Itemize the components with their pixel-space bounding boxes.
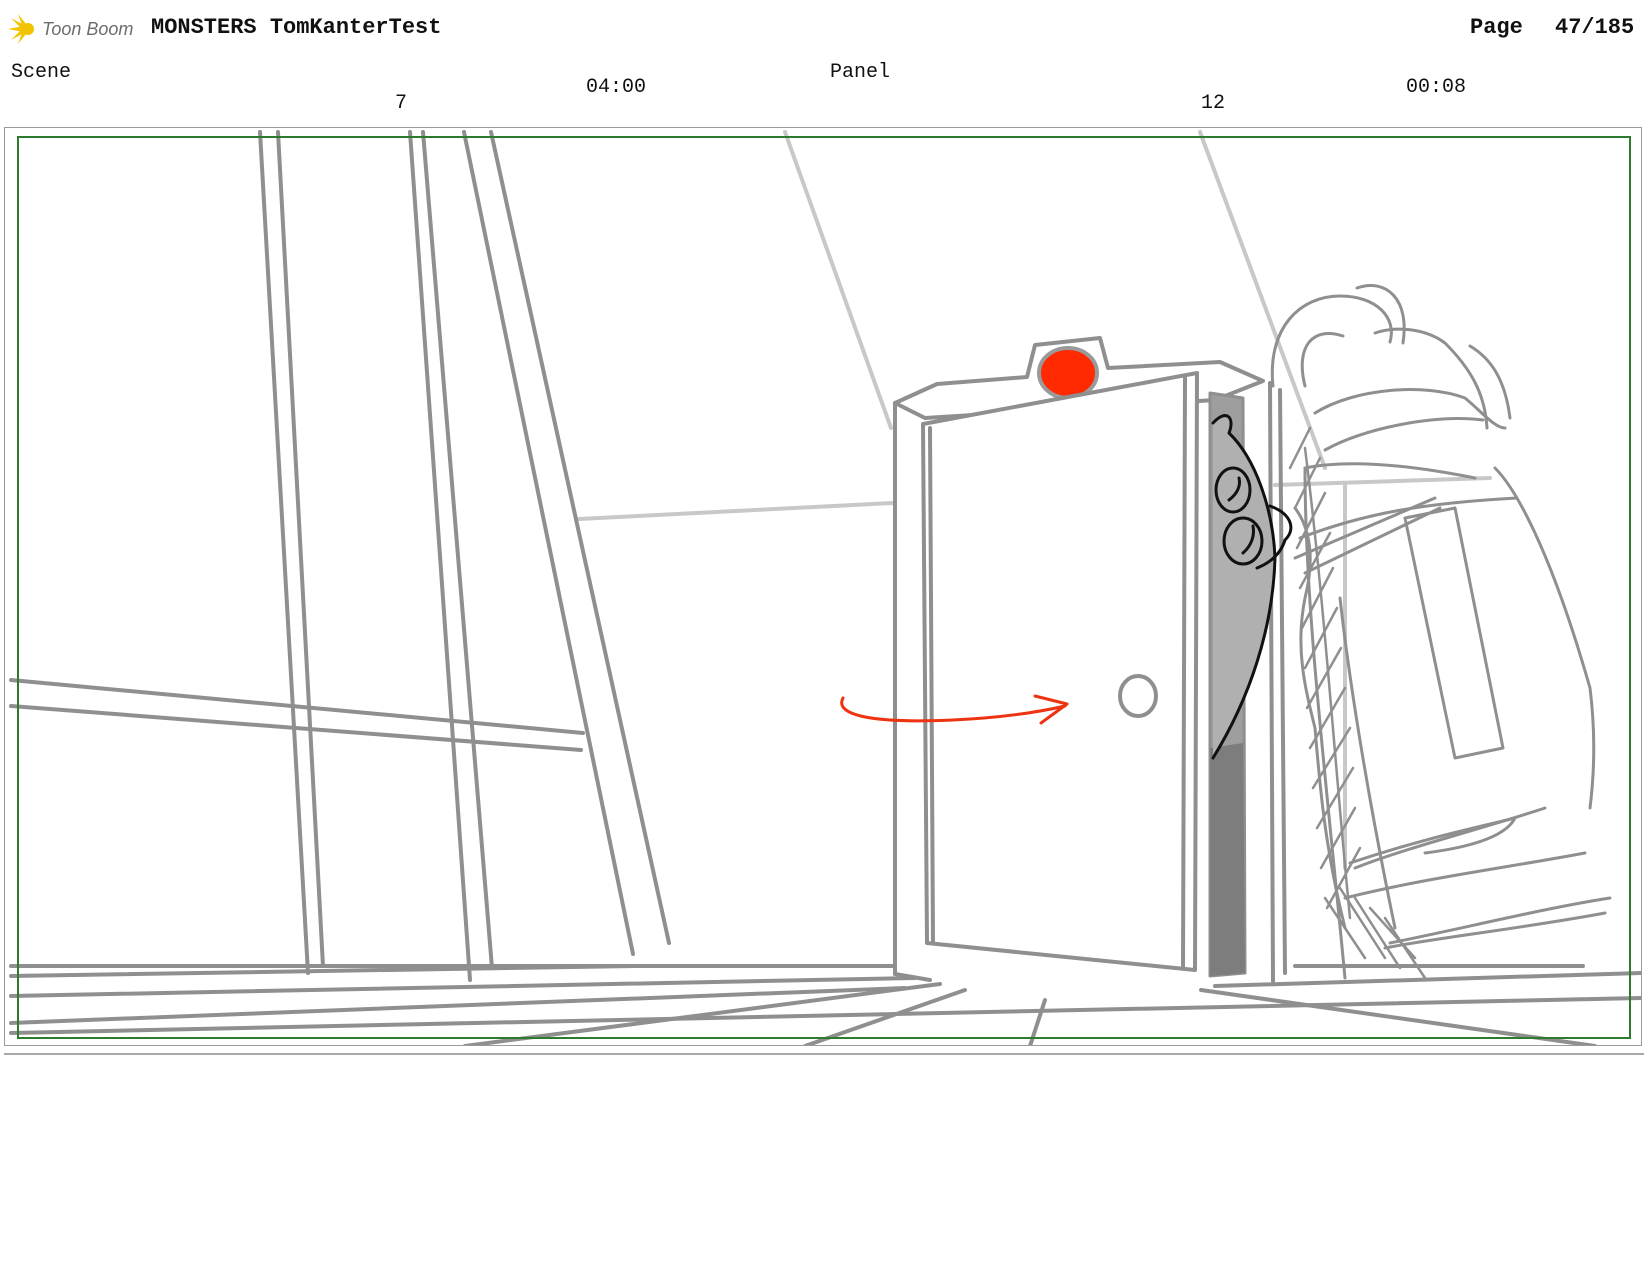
panel-duration: 00:08 bbox=[1406, 76, 1467, 99]
toon-boom-logo: Toon Boom bbox=[6, 8, 136, 50]
storyboard-panel bbox=[4, 127, 1642, 1046]
panel-sketch bbox=[9, 130, 1641, 1045]
panel-bottom-rule bbox=[4, 1053, 1644, 1055]
floor-lines bbox=[9, 964, 1641, 1045]
scene-duration: 04:00 bbox=[586, 76, 647, 99]
page-label: Page bbox=[1470, 15, 1523, 40]
panel-number: 12 bbox=[1201, 92, 1226, 115]
logo-text: Toon Boom bbox=[42, 18, 134, 39]
project-title: MONSTERS TomKanterTest bbox=[151, 15, 442, 40]
window-frames bbox=[9, 130, 671, 982]
scene-number: 7 bbox=[395, 92, 408, 115]
door-red-light bbox=[1037, 346, 1099, 400]
door-knob bbox=[1118, 674, 1158, 718]
starburst-logo-icon bbox=[8, 14, 34, 44]
panel-label: Panel bbox=[830, 61, 891, 84]
scene-label: Scene bbox=[11, 61, 72, 84]
page-number: 47/185 bbox=[1555, 15, 1635, 40]
door-slab bbox=[921, 371, 1199, 972]
